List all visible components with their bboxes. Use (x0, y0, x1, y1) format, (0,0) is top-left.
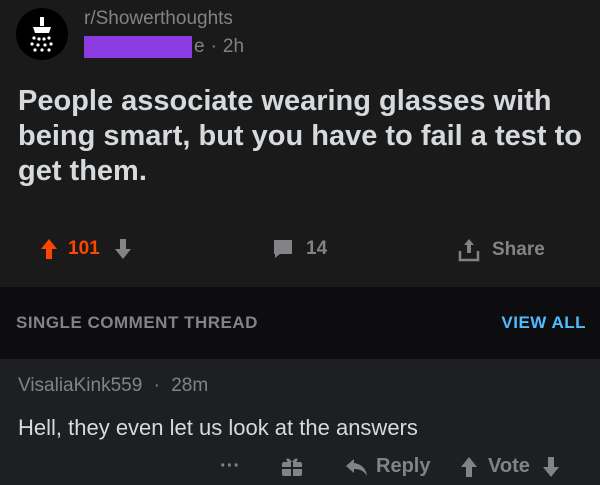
share-icon (458, 239, 480, 262)
thread-bar: SINGLE COMMENT THREAD VIEW ALL (0, 287, 600, 359)
comment-meta: VisaliaKink559 · 28m (18, 375, 208, 397)
post-meta: e · 2h (84, 36, 244, 58)
vote-count: 101 (68, 238, 100, 259)
comment-upvote-icon[interactable] (460, 456, 478, 478)
redacted-username (84, 36, 192, 58)
gift-icon (282, 457, 302, 476)
comment-card: VisaliaKink559 · 28m Hell, they even let… (0, 359, 600, 485)
thread-label: SINGLE COMMENT THREAD (16, 313, 258, 332)
reply-button[interactable]: Reply (344, 455, 430, 478)
more-options-icon: ··· (220, 455, 240, 477)
comment-meta-separator: · (153, 375, 160, 396)
share-button[interactable]: Share (458, 238, 545, 262)
comment-body: Hell, they even let us look at the answe… (18, 415, 418, 440)
comment-author[interactable]: VisaliaKink559 (18, 375, 142, 396)
meta-separator: · (210, 36, 217, 57)
upvote-arrow-icon[interactable] (40, 238, 58, 260)
post-title[interactable]: People associate wearing glasses with be… (18, 84, 588, 189)
award-button[interactable] (280, 455, 304, 477)
comments-button[interactable]: 14 (272, 238, 327, 260)
post-age: 2h (222, 36, 245, 57)
subreddit-avatar[interactable] (16, 8, 68, 60)
view-all-link[interactable]: VIEW ALL (501, 313, 586, 333)
subreddit-name[interactable]: r/Showerthoughts (84, 8, 233, 30)
comment-downvote-icon[interactable] (542, 456, 560, 478)
showerhead-icon (30, 17, 53, 52)
reply-arrow-icon (346, 458, 367, 476)
comment-count: 14 (306, 238, 328, 259)
more-options-button[interactable]: ··· (220, 455, 240, 478)
post-author[interactable]: e (194, 36, 205, 58)
vote-label: Vote (488, 455, 530, 477)
comment-age: 28m (171, 375, 209, 396)
vote-control: 101 (40, 238, 132, 260)
reply-label: Reply (376, 455, 431, 477)
post-actions: 101 14 Share (0, 230, 600, 270)
share-label: Share (492, 239, 545, 260)
comment-bubble-icon (274, 240, 292, 258)
post-card: r/Showerthoughts e · 2h People associate… (0, 0, 600, 287)
downvote-arrow-icon[interactable] (114, 238, 132, 260)
comment-vote-control: Vote (460, 455, 560, 478)
